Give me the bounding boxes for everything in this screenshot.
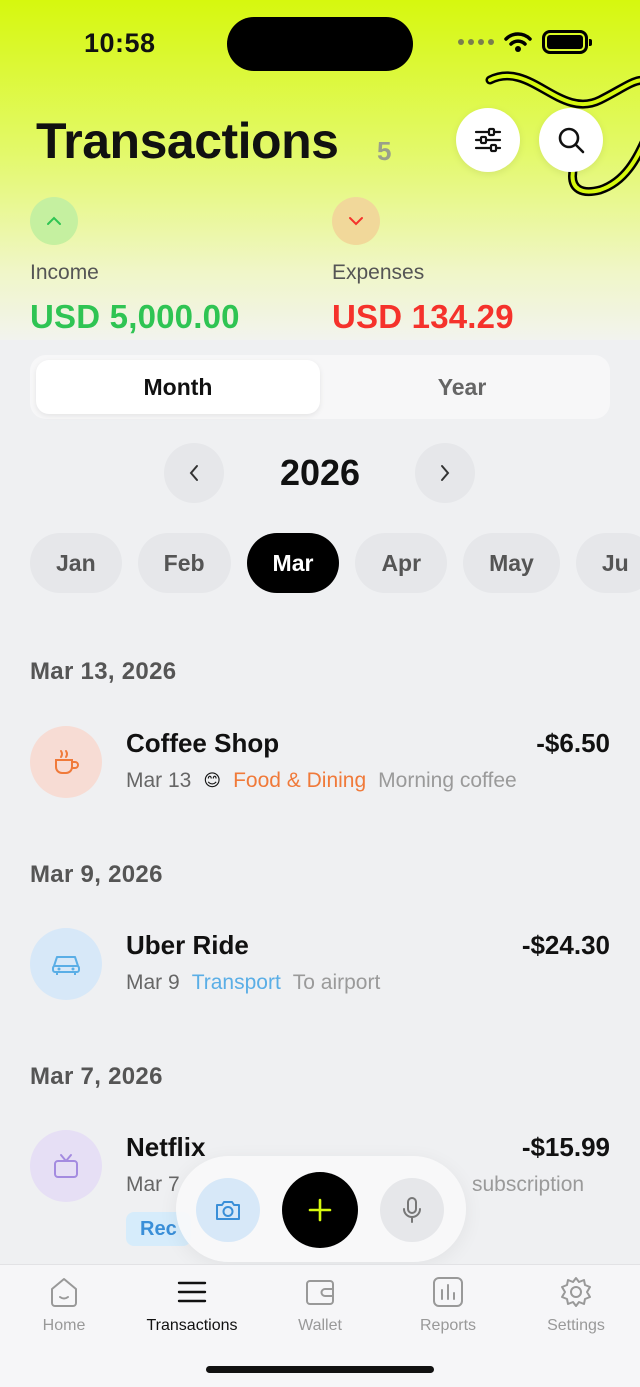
filter-button[interactable] bbox=[456, 108, 520, 172]
list-icon bbox=[177, 1281, 207, 1303]
transaction-meta: Mar 13 😊 Food & Dining Morning coffee bbox=[126, 769, 517, 793]
chevron-right-icon bbox=[441, 465, 450, 481]
car-icon bbox=[30, 928, 102, 1000]
search-icon bbox=[558, 127, 585, 154]
sliders-icon bbox=[474, 127, 502, 153]
date-header: Mar 13, 2026 bbox=[30, 658, 177, 685]
gear-icon bbox=[561, 1277, 591, 1307]
tab-label: Wallet bbox=[298, 1317, 342, 1334]
coffee-icon bbox=[30, 726, 102, 798]
transaction-note-wrap: subscription bbox=[472, 1173, 584, 1197]
income-value: USD 5,000.00 bbox=[30, 298, 240, 335]
month-chip-feb[interactable]: Feb bbox=[137, 533, 231, 593]
status-time: 10:58 bbox=[84, 28, 156, 58]
transaction-note: subscription bbox=[472, 1173, 585, 1196]
transaction-amount: -$6.50 bbox=[536, 728, 610, 758]
wifi-icon bbox=[504, 32, 532, 52]
transaction-note: Morning coffee bbox=[378, 769, 517, 792]
transaction-meta: Mar 7 bbox=[126, 1173, 180, 1197]
year-label: 2026 bbox=[279, 452, 361, 493]
transaction-note: To airport bbox=[292, 971, 381, 994]
month-chip-jun[interactable]: Ju bbox=[575, 533, 640, 593]
tab-transactions[interactable]: Transactions bbox=[128, 1275, 256, 1335]
tab-settings[interactable]: Settings bbox=[512, 1275, 640, 1335]
month-chip-mar[interactable]: Mar bbox=[246, 533, 340, 593]
date-header: Mar 7, 2026 bbox=[30, 1063, 163, 1090]
tab-label: Transactions bbox=[146, 1317, 238, 1334]
transaction-amount: -$24.30 bbox=[521, 930, 610, 960]
transaction-date: Mar 7 bbox=[126, 1173, 180, 1196]
transaction-name[interactable]: Uber Ride bbox=[126, 930, 249, 961]
expenses-chevron-down-icon bbox=[332, 197, 380, 245]
page-title: Transactions bbox=[36, 113, 339, 169]
signal-icon bbox=[458, 39, 494, 45]
chevron-left-icon bbox=[189, 465, 198, 481]
expenses-label: Expenses bbox=[332, 261, 425, 284]
transaction-date: Mar 9 bbox=[126, 971, 180, 994]
dynamic-island bbox=[227, 17, 413, 71]
income-label: Income bbox=[30, 261, 99, 284]
transaction-name[interactable]: Netflix bbox=[126, 1132, 205, 1163]
home-icon bbox=[51, 1278, 77, 1307]
search-button[interactable] bbox=[539, 108, 603, 172]
transaction-date: Mar 13 bbox=[126, 769, 192, 792]
period-segmented-control: Month Year bbox=[30, 355, 610, 419]
month-chip-may[interactable]: May bbox=[463, 533, 560, 593]
previous-year-button[interactable] bbox=[164, 443, 224, 503]
battery-icon bbox=[542, 30, 592, 54]
transaction-count: 5 bbox=[377, 136, 392, 166]
tab-label: Settings bbox=[547, 1317, 605, 1334]
month-chip-apr[interactable]: Apr bbox=[355, 533, 448, 593]
wallet-icon bbox=[306, 1280, 334, 1305]
tab-label: Reports bbox=[419, 1317, 477, 1334]
chart-icon bbox=[433, 1277, 463, 1307]
segment-year[interactable]: Year bbox=[320, 360, 604, 414]
date-header: Mar 9, 2026 bbox=[30, 861, 163, 888]
voice-input-button[interactable] bbox=[380, 1178, 444, 1242]
tab-label: Home bbox=[42, 1317, 86, 1334]
month-chip-jan[interactable]: Jan bbox=[30, 533, 122, 593]
category-emoji: 😊 bbox=[203, 771, 222, 790]
transaction-meta: Mar 9 Transport To airport bbox=[126, 971, 380, 995]
add-transaction-button[interactable] bbox=[282, 1172, 358, 1248]
segment-month[interactable]: Month bbox=[36, 360, 320, 414]
camera-button[interactable] bbox=[196, 1178, 260, 1242]
expenses-value: USD 134.29 bbox=[332, 298, 514, 335]
tv-icon bbox=[30, 1130, 102, 1202]
microphone-icon bbox=[403, 1197, 421, 1223]
tab-wallet[interactable]: Wallet bbox=[256, 1275, 384, 1335]
status-icons bbox=[458, 30, 592, 54]
tab-reports[interactable]: Reports bbox=[384, 1275, 512, 1335]
category-label: Transport bbox=[191, 971, 281, 994]
category-label: Food & Dining bbox=[233, 769, 367, 792]
income-chevron-up-icon bbox=[30, 197, 78, 245]
home-indicator bbox=[206, 1366, 434, 1373]
month-scroller: Jan Feb Mar Apr May Ju bbox=[0, 520, 640, 610]
next-year-button[interactable] bbox=[415, 443, 475, 503]
plus-icon bbox=[308, 1198, 332, 1222]
transaction-amount: -$15.99 bbox=[521, 1132, 610, 1162]
transaction-name[interactable]: Coffee Shop bbox=[126, 728, 279, 759]
tab-home[interactable]: Home bbox=[0, 1275, 128, 1335]
camera-icon bbox=[216, 1201, 240, 1220]
